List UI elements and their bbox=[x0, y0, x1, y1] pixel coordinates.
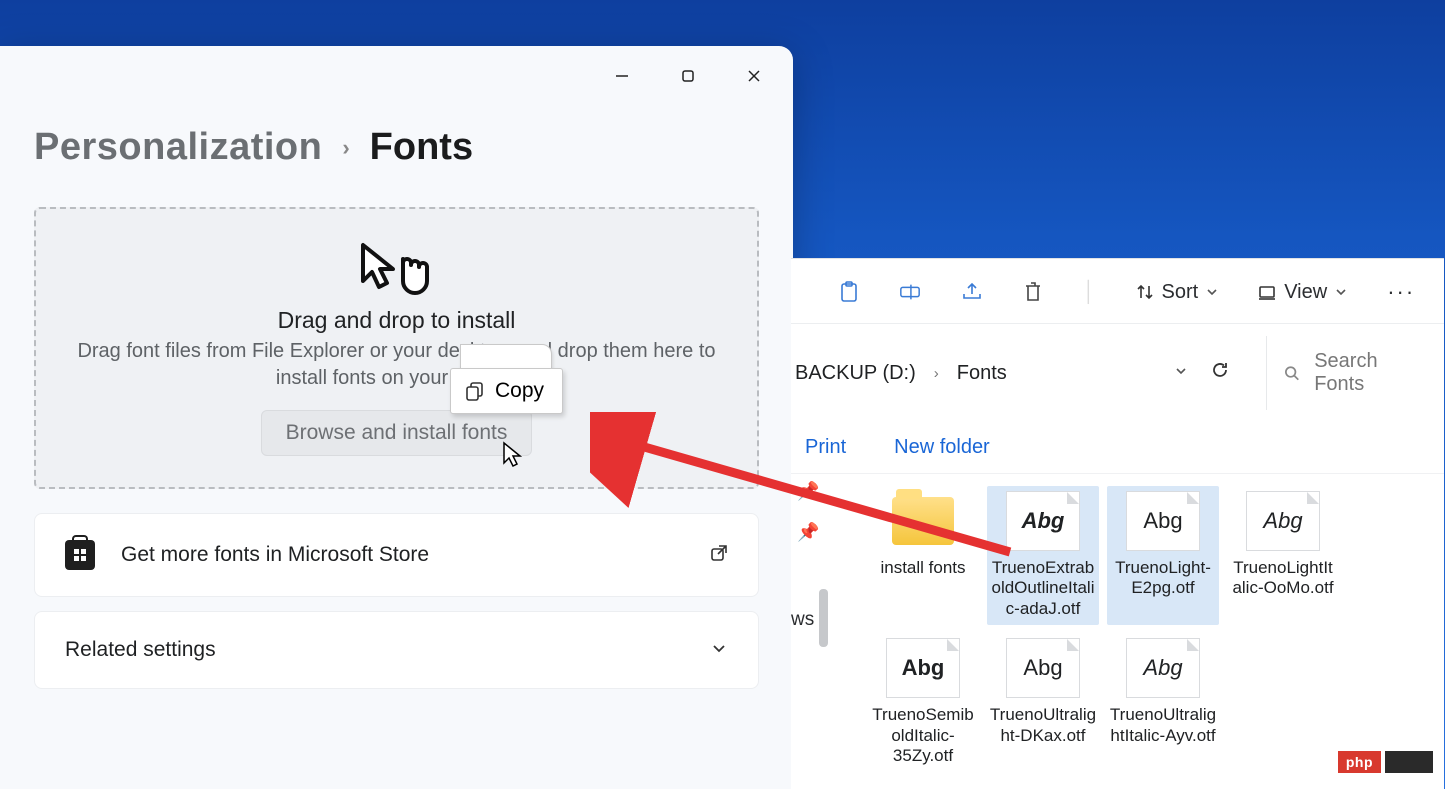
pin-column: 📌 📌 bbox=[797, 481, 819, 543]
search-icon bbox=[1283, 364, 1300, 382]
search-input[interactable]: Search Fonts bbox=[1266, 336, 1444, 410]
path-drive[interactable]: BACKUP (D:) bbox=[795, 362, 916, 385]
external-link-icon bbox=[710, 544, 728, 567]
drag-cursor-icon bbox=[357, 241, 437, 299]
settings-window: Personalization › Fonts Drag and drop to… bbox=[0, 46, 793, 789]
font-file-icon: Abg bbox=[886, 638, 960, 698]
file-item[interactable]: Abg TruenoUltralightItalic-Ayv.otf bbox=[1107, 633, 1219, 772]
address-bar-row: BACKUP (D:) › Fonts Search Fonts bbox=[791, 324, 1444, 422]
file-item[interactable]: Abg TruenoLightItalic-OoMo.otf bbox=[1227, 486, 1339, 625]
window-titlebar bbox=[0, 46, 793, 98]
print-action[interactable]: Print bbox=[805, 436, 846, 459]
explorer-toolbar: │ Sort View ··· bbox=[791, 259, 1444, 324]
store-icon bbox=[65, 540, 95, 570]
font-file-icon: Abg bbox=[1126, 491, 1200, 551]
file-label: TruenoUltralight-DKax.otf bbox=[989, 705, 1097, 746]
refresh-icon[interactable] bbox=[1210, 360, 1230, 386]
chevron-down-icon bbox=[1335, 286, 1347, 298]
paste-icon[interactable] bbox=[839, 281, 859, 303]
font-file-icon: Abg bbox=[1246, 491, 1320, 551]
view-button[interactable]: View bbox=[1258, 281, 1347, 304]
drag-tooltip-label: Copy bbox=[495, 379, 544, 403]
address-path[interactable]: BACKUP (D:) › Fonts bbox=[795, 362, 1152, 385]
file-item[interactable]: install fonts bbox=[867, 486, 979, 625]
chevron-right-icon: › bbox=[934, 365, 939, 382]
explorer-window: │ Sort View ··· BACKUP (D:) › Fonts Sear… bbox=[791, 258, 1444, 789]
sort-label: Sort bbox=[1162, 281, 1199, 304]
file-label: TruenoSemiboldItalic-35Zy.otf bbox=[869, 705, 977, 766]
close-button[interactable] bbox=[723, 54, 785, 98]
file-label: TruenoUltralightItalic-Ayv.otf bbox=[1109, 705, 1217, 746]
related-settings-row[interactable]: Related settings bbox=[34, 611, 759, 689]
breadcrumb: Personalization › Fonts bbox=[0, 98, 793, 175]
chevron-down-icon bbox=[1206, 286, 1218, 298]
related-settings-label: Related settings bbox=[65, 638, 216, 662]
file-label: TruenoExtraboldOutlineItalic-adaJ.otf bbox=[989, 558, 1097, 619]
font-dropzone[interactable]: Drag and drop to install Drag font files… bbox=[34, 207, 759, 489]
drag-copy-tooltip: Copy bbox=[450, 344, 563, 390]
file-grid: install fonts Abg TruenoExtraboldOutlineIt… bbox=[791, 474, 1444, 772]
view-label: View bbox=[1284, 281, 1327, 304]
watermark: php bbox=[1338, 751, 1433, 773]
store-link-card[interactable]: Get more fonts in Microsoft Store bbox=[34, 513, 759, 597]
font-file-icon: Abg bbox=[1006, 638, 1080, 698]
chevron-down-icon bbox=[710, 639, 728, 662]
sidebar-scrollbar[interactable] bbox=[819, 589, 828, 647]
watermark-text: php bbox=[1338, 751, 1381, 773]
chevron-right-icon: › bbox=[342, 135, 349, 161]
breadcrumb-current: Fonts bbox=[370, 126, 473, 169]
path-folder[interactable]: Fonts bbox=[957, 362, 1007, 385]
folder-actions: Print New folder bbox=[791, 422, 1444, 474]
folder-icon bbox=[892, 497, 954, 545]
more-options-button[interactable]: ··· bbox=[1387, 279, 1415, 305]
pin-icon: 📌 bbox=[797, 522, 819, 543]
search-placeholder: Search Fonts bbox=[1314, 350, 1428, 396]
copy-icon bbox=[465, 381, 485, 401]
new-folder-action[interactable]: New folder bbox=[894, 436, 990, 459]
minimize-button[interactable] bbox=[591, 54, 653, 98]
watermark-block bbox=[1385, 751, 1433, 773]
maximize-button[interactable] bbox=[657, 54, 719, 98]
dropzone-title: Drag and drop to install bbox=[278, 307, 516, 334]
share-icon[interactable] bbox=[961, 281, 983, 303]
sidebar-text-fragment: ws bbox=[791, 609, 814, 631]
file-item[interactable]: Abg TruenoUltralight-DKax.otf bbox=[987, 633, 1099, 772]
breadcrumb-parent[interactable]: Personalization bbox=[34, 126, 322, 169]
file-item[interactable]: Abg TruenoSemiboldItalic-35Zy.otf bbox=[867, 633, 979, 772]
file-item[interactable]: Abg TruenoLight-E2pg.otf bbox=[1107, 486, 1219, 625]
file-item[interactable]: Abg TruenoExtraboldOutlineItalic-adaJ.otf bbox=[987, 486, 1099, 625]
chevron-down-icon[interactable] bbox=[1174, 362, 1188, 384]
store-link-label: Get more fonts in Microsoft Store bbox=[121, 543, 429, 567]
file-label: TruenoLightItalic-OoMo.otf bbox=[1229, 558, 1337, 599]
file-label: TruenoLight-E2pg.otf bbox=[1109, 558, 1217, 599]
font-file-icon: Abg bbox=[1006, 491, 1080, 551]
rename-icon[interactable] bbox=[899, 281, 921, 303]
sort-button[interactable]: Sort bbox=[1136, 281, 1219, 304]
font-file-icon: Abg bbox=[1126, 638, 1200, 698]
dropzone-subtitle: Drag font files from File Explorer or yo… bbox=[77, 338, 717, 392]
delete-icon[interactable] bbox=[1023, 281, 1043, 303]
file-label: install fonts bbox=[880, 558, 965, 578]
pin-icon: 📌 bbox=[797, 481, 819, 502]
browse-fonts-button[interactable]: Browse and install fonts bbox=[261, 410, 533, 456]
